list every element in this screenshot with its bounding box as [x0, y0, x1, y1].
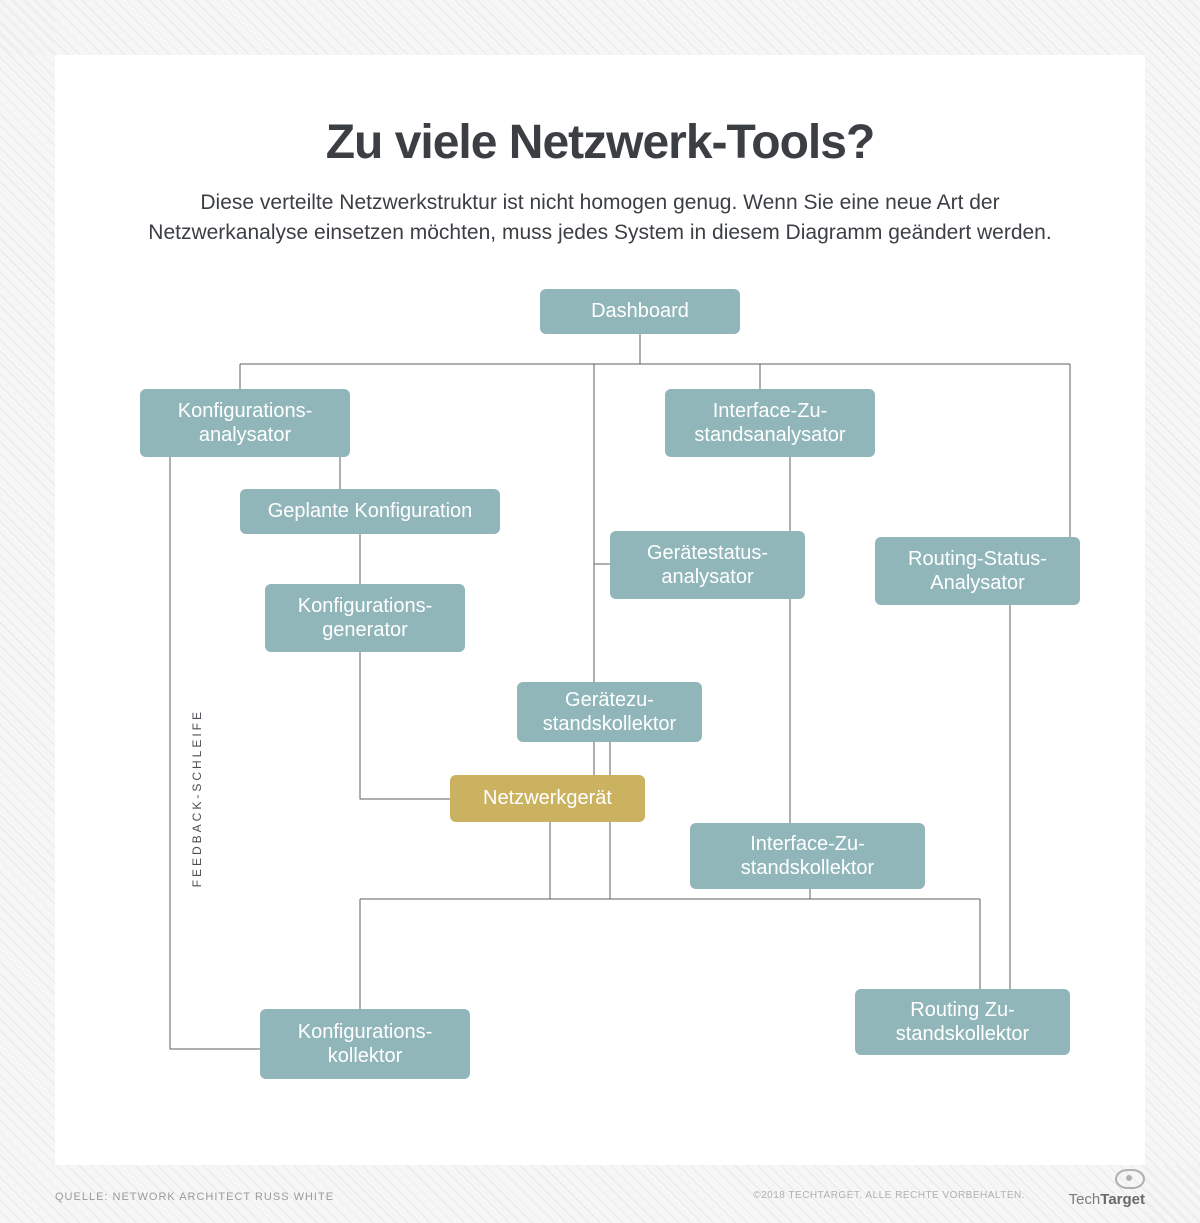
- feedback-loop-label: FEEDBACK-SCHLEIFE: [190, 709, 204, 887]
- node-konfig-analysator: Konfigurations- analysator: [140, 389, 350, 457]
- source-credit: QUELLE: NETWORK ARCHITECT RUSS WHITE: [55, 1191, 334, 1203]
- hatch-top: [0, 0, 1200, 55]
- techtarget-logo: TechTarget: [1069, 1169, 1145, 1208]
- logo-text: TechTarget: [1069, 1191, 1145, 1208]
- node-geplante-konfig: Geplante Konfiguration: [240, 489, 500, 534]
- diagram-title: Zu viele Netzwerk-Tools?: [105, 115, 1095, 170]
- node-netzwerkgeraet: Netzwerkgerät: [450, 775, 645, 822]
- node-interface-kollektor: Interface-Zu- standskollektor: [690, 823, 925, 889]
- logo-text-a: Tech: [1069, 1191, 1101, 1208]
- node-konfig-generator: Konfigurations- generator: [265, 584, 465, 652]
- diagram-area: Dashboard Konfigurations- analysator Int…: [110, 289, 1090, 1109]
- diagram-subtitle: Diese verteilte Netzwerkstruktur ist nic…: [120, 188, 1080, 249]
- node-geraetestatus-analysator: Gerätestatus- analysator: [610, 531, 805, 599]
- node-dashboard: Dashboard: [540, 289, 740, 334]
- node-routing-kollektor: Routing Zu- standskollektor: [855, 989, 1070, 1055]
- logo-text-b: Target: [1100, 1191, 1145, 1208]
- content-card: Zu viele Netzwerk-Tools? Diese verteilte…: [55, 55, 1145, 1165]
- eye-icon: [1115, 1169, 1145, 1189]
- node-konfig-kollektor: Konfigurations- kollektor: [260, 1009, 470, 1079]
- node-interface-analysator: Interface-Zu- standsanalysator: [665, 389, 875, 457]
- hatch-left: [0, 0, 55, 1223]
- hatch-right: [1145, 0, 1200, 1223]
- node-geraetezustand-kollektor: Gerätezu- standskollektor: [517, 682, 702, 742]
- copyright-text: ©2018 TECHTARGET. ALLE RECHTE VORBEHALTE…: [753, 1190, 1025, 1201]
- node-routing-status-analysator: Routing-Status- Analysator: [875, 537, 1080, 605]
